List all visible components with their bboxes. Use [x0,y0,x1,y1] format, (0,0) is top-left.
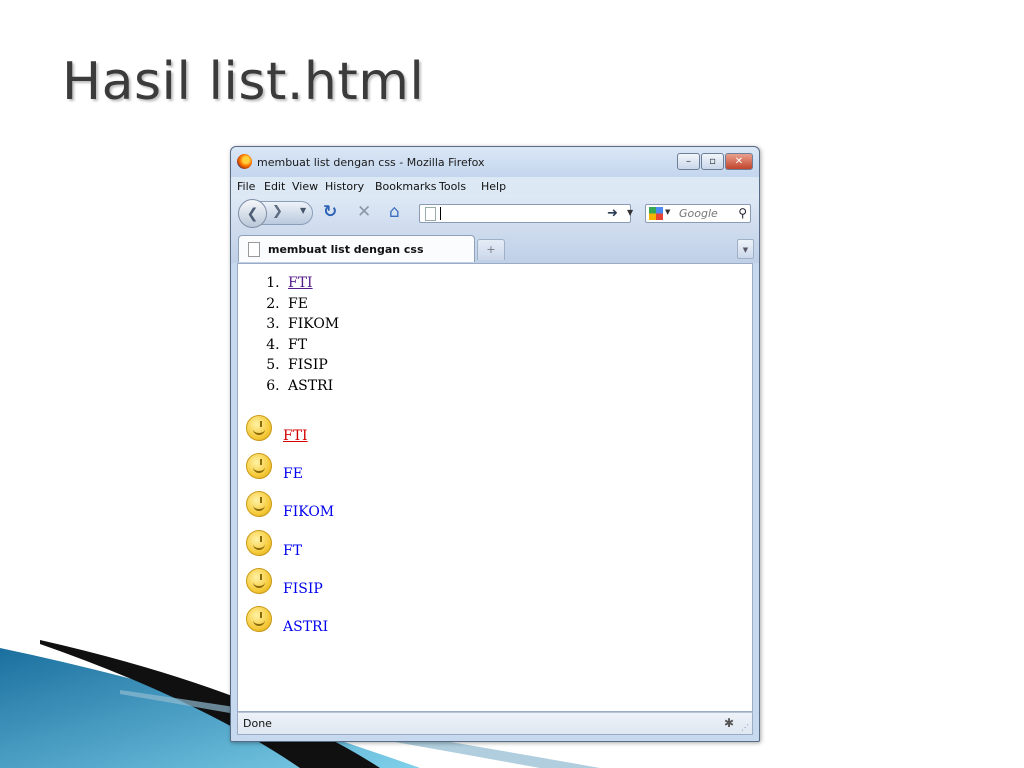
list-item-text: FT [288,336,308,353]
back-icon: ❮ [246,205,259,222]
reload-icon[interactable]: ↻ [323,204,337,221]
list-item-text: FE [288,295,308,312]
smiley-link-fisip[interactable]: FISIP [283,581,323,597]
smiley-icon [246,567,272,594]
google-icon[interactable] [649,207,663,220]
list-link-fti[interactable]: FTI [288,275,313,291]
forward-icon: ❯ [272,204,283,219]
menu-view[interactable]: View [292,180,318,193]
tab-label: membuat list dengan css [268,243,424,256]
ordered-list: FTI FE FIKOM FT FISIP ASTRI [238,273,339,396]
list-item-text: FISIP [288,357,328,373]
minimize-button[interactable]: – [677,153,700,170]
page-content: FTI FE FIKOM FT FISIP ASTRI FTI FE FIKOM… [237,263,753,712]
smiley-link-fe[interactable]: FE [283,466,303,482]
smiley-link-ft[interactable]: FT [283,543,302,559]
firefox-icon [237,154,252,169]
window-title: membuat list dengan css - Mozilla Firefo… [257,156,485,169]
list-item: FIKOM [284,314,339,335]
menu-bar: File Edit View History Bookmarks Tools H… [231,177,759,195]
smiley-icon [246,491,272,518]
menu-file[interactable]: File [237,180,255,193]
smiley-link-astri[interactable]: ASTRI [283,619,328,635]
list-item: FISIP [284,355,339,376]
menu-help[interactable]: Help [481,180,506,193]
slide-title: Hasil list.html [62,52,425,112]
title-bar: membuat list dengan css - Mozilla Firefo… [231,147,759,177]
new-tab-button[interactable]: + [477,239,505,260]
list-item-text: FIKOM [288,316,340,332]
browser-window: membuat list dengan css - Mozilla Firefo… [230,146,760,742]
smiley-link-fikom[interactable]: FIKOM [283,504,334,520]
home-icon[interactable]: ⌂ [389,204,400,221]
smiley-icon [246,415,272,441]
maximize-button[interactable]: ▫ [701,153,724,170]
smiley-link-fti[interactable]: FTI [283,428,308,444]
smiley-icon [246,605,272,632]
search-box[interactable]: ▼ Google ⚲ [645,204,751,223]
search-placeholder: Google [679,207,718,220]
engine-dropdown-icon[interactable]: ▼ [665,208,670,216]
stop-icon[interactable]: ✕ [357,204,371,221]
list-item-text: ASTRI [288,377,334,394]
resize-grip-icon[interactable]: ⋰ [741,723,749,732]
back-forward-group: ❮ ❯ ▼ [238,199,313,228]
history-dropdown-icon[interactable]: ▼ [300,206,306,215]
list-item: ASTRI [284,376,339,397]
menu-tools[interactable]: Tools [439,180,466,193]
navigation-toolbar: ❮ ❯ ▼ ↻ ✕ ⌂ ➜ ▼ ▼ Google ⚲ [231,195,759,229]
tab-active[interactable]: membuat list dengan css [238,235,475,262]
menu-history[interactable]: History [325,180,364,193]
list-item: FT [284,335,339,356]
bug-icon[interactable]: ✱ [724,716,734,730]
status-text: Done [243,717,272,730]
forward-button[interactable]: ❯ [272,204,283,219]
back-button[interactable]: ❮ [238,199,267,228]
list-item[interactable]: FTI [284,273,339,294]
search-icon[interactable]: ⚲ [738,206,747,220]
url-dropdown-icon[interactable]: ▼ [627,208,633,217]
window-controls: – ▫ ✕ [676,153,753,170]
go-icon[interactable]: ➜ [607,206,618,221]
smiley-icon [246,453,272,480]
menu-bookmarks[interactable]: Bookmarks [375,180,436,193]
url-caret [440,207,441,220]
tab-page-icon [248,242,260,257]
status-bar: Done ✱ ⋰ [237,712,753,735]
close-button[interactable]: ✕ [725,153,753,170]
smiley-icon [246,529,272,556]
tab-bar: membuat list dengan css + ▼ [231,229,759,263]
menu-edit[interactable]: Edit [264,180,285,193]
list-item: FE [284,294,339,315]
url-bar[interactable] [419,204,631,223]
page-icon [425,207,436,221]
tab-list-dropdown-icon[interactable]: ▼ [737,239,754,259]
